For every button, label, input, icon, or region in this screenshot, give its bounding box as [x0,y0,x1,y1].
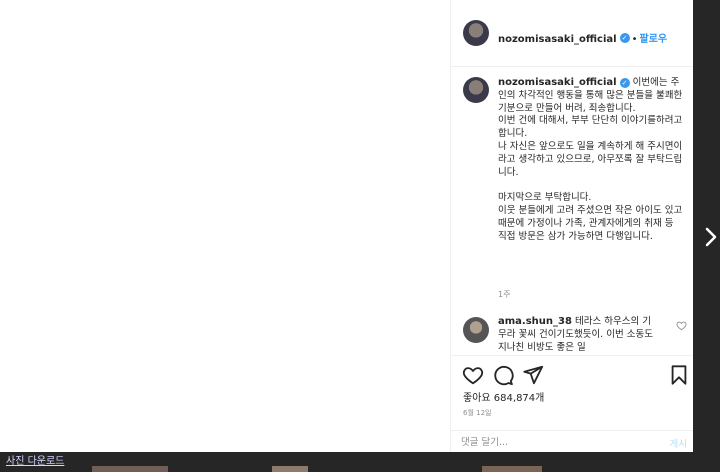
post-comment-button[interactable]: 게시 [670,436,687,450]
comment-icon[interactable] [492,364,514,386]
verified-icon: ✓ [619,32,630,43]
likes-label: 좋아요 [463,393,491,404]
commenter-username[interactable]: ama.shun_38 [498,316,572,327]
likes-count[interactable]: 좋아요 684,874개 [463,389,544,404]
thumbnail-strip-item [272,466,308,472]
thumbnail-strip-item [482,466,542,472]
caption-author-username[interactable]: nozomisasaki_official [498,77,617,88]
separator-dot: • [631,34,638,45]
comment-like-heart-icon[interactable] [676,320,687,331]
post-date[interactable]: 6월 12일 [463,408,491,418]
follow-button[interactable]: 팔로우 [639,34,667,45]
post-header: nozomisasaki_official ✓ • 팔로우 [451,0,693,67]
bookmark-icon[interactable] [668,364,690,386]
heart-icon[interactable] [462,364,484,386]
author-username[interactable]: nozomisasaki_official [498,34,617,45]
caption: nozomisasaki_official ✓ 이번에는 주인의 차각적인 행동을… [498,77,684,243]
caption-timestamp[interactable]: 1주 [498,289,510,300]
post-side-panel: nozomisasaki_official ✓ • 팔로우 nozomisasaki_… [450,0,693,452]
add-comment-bar: 게시 [451,430,693,453]
caption-verified-icon: ✓ [619,77,630,88]
caption-author-avatar[interactable] [463,77,489,103]
comment-body: ama.shun_38 테라스 하우스의 기무라 꽃씨 건이기도했듯이. 이번 … [498,316,658,354]
comments-scroll-area[interactable]: nozomisasaki_official ✓ 이번에는 주인의 차각적인 행동을… [451,67,693,355]
photo-download-link[interactable]: 사진 다운로드 [6,452,64,467]
commenter-avatar[interactable] [463,317,489,343]
post-photo[interactable] [0,0,450,452]
likes-number: 684,874개 [493,393,545,404]
share-icon[interactable] [522,364,544,386]
action-bar: 좋아요 684,874개 6월 12일 [451,355,693,431]
comment-input[interactable] [461,435,651,449]
caption-text: 이번에는 주인의 차각적인 행동을 통해 많은 분들을 불쾌한 기분으로 만들어… [498,77,683,242]
thumbnail-strip-item [92,466,168,472]
next-arrow-icon[interactable] [703,226,719,248]
header-meta: nozomisasaki_official ✓ • 팔로우 [498,27,667,46]
author-avatar[interactable] [463,20,489,46]
